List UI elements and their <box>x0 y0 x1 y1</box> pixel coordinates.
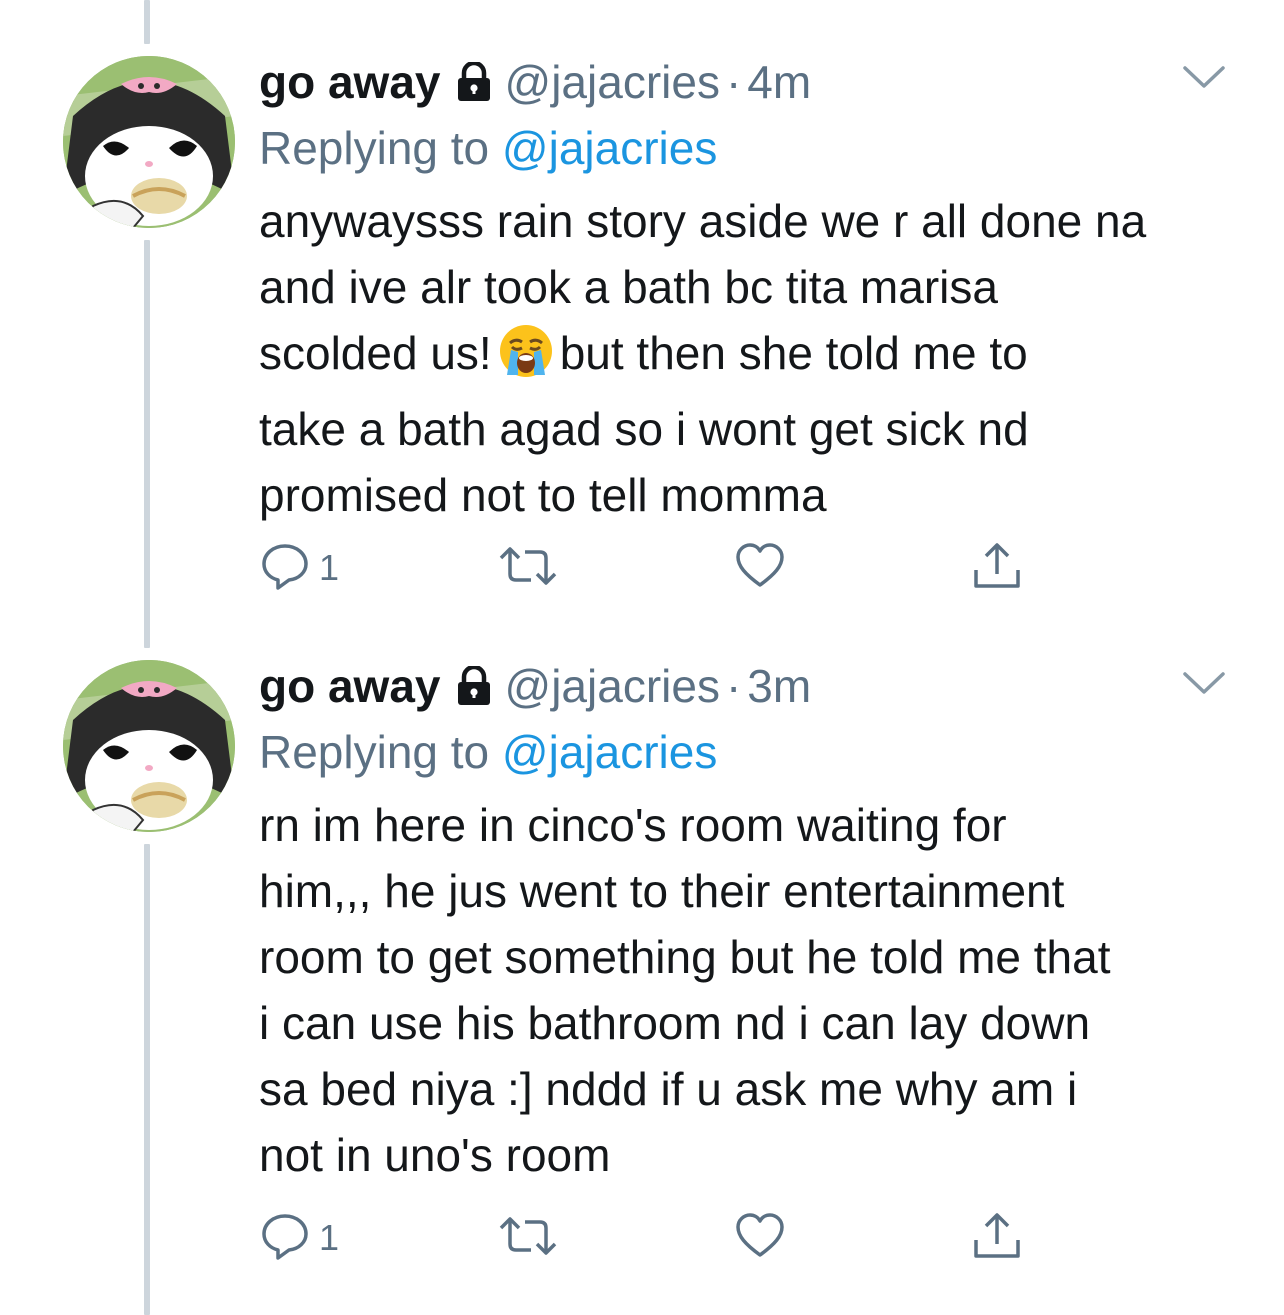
tweet-text-line: rn im here in cinco's room waiting for <box>259 799 1007 851</box>
tweet-text-line: anywaysss rain story aside we r all done… <box>259 195 1147 247</box>
loudly-crying-face-emoji <box>498 323 554 396</box>
tweet-text-line: him,,, he jus went to their entertainmen… <box>259 865 1065 917</box>
share-icon <box>971 1210 1023 1267</box>
avatar-kuromi-image <box>63 660 235 832</box>
display-name[interactable]: go away <box>259 56 441 108</box>
reply-icon <box>259 540 311 597</box>
tweet-header: go away @jajacries · 4m <box>259 54 1239 110</box>
reply-button[interactable]: 1 <box>259 538 339 598</box>
replying-to-mention[interactable]: @jajacries <box>502 726 717 778</box>
reply-count: 1 <box>319 1217 340 1258</box>
thread-line-top <box>144 0 150 44</box>
handle[interactable]: @jajacries <box>505 56 720 108</box>
replying-to-label: Replying to <box>259 122 490 174</box>
tweet-text-line: take a bath agad so i wont get sick nd <box>259 403 1029 455</box>
display-name[interactable]: go away <box>259 660 441 712</box>
share-button[interactable] <box>971 1208 1023 1268</box>
avatar[interactable] <box>63 56 235 228</box>
replying-to: Replying to @jajacries <box>259 724 1239 780</box>
lock-icon <box>455 662 493 718</box>
avatar-kuromi-image <box>63 56 235 228</box>
lock-icon <box>455 58 493 114</box>
tweet-header: go away @jajacries · 3m <box>259 658 1239 714</box>
reply-count: 1 <box>319 547 340 588</box>
like-button[interactable] <box>735 1208 785 1268</box>
chevron-down-icon[interactable] <box>1182 64 1226 95</box>
tweet-actions: 1 <box>259 1208 1059 1268</box>
tweet-text: rn im here in cinco's room waiting for h… <box>259 792 1239 1188</box>
retweet-icon <box>497 1214 559 1263</box>
handle[interactable]: @jajacries <box>505 660 720 712</box>
timestamp[interactable]: 4m <box>747 56 811 108</box>
tweet-text: anywaysss rain story aside we r all done… <box>259 188 1239 528</box>
tweet-text-segment: scolded us! <box>259 327 492 379</box>
separator: · <box>725 56 742 108</box>
tweet-text-line: scolded us! but then she told me to <box>259 320 1239 396</box>
tweet-text-line: promised not to tell momma <box>259 469 827 521</box>
thread-line-middle <box>144 240 150 648</box>
retweet-button[interactable] <box>497 1208 559 1268</box>
replying-to-mention[interactable]: @jajacries <box>502 122 717 174</box>
thread-line-bottom <box>144 844 150 1315</box>
replying-to-label: Replying to <box>259 726 490 778</box>
tweet-text-line: i can use his bathroom nd i can lay down <box>259 997 1091 1049</box>
chevron-down-icon[interactable] <box>1182 670 1226 701</box>
tweet-text-line: not in uno's room <box>259 1129 611 1181</box>
separator: · <box>725 660 742 712</box>
share-icon <box>971 540 1023 597</box>
tweet-text-segment: but then she told me to <box>559 327 1028 379</box>
replying-to: Replying to @jajacries <box>259 120 1239 176</box>
reply-button[interactable]: 1 <box>259 1208 339 1268</box>
reply-icon <box>259 1210 311 1267</box>
tweet-actions: 1 <box>259 538 1059 598</box>
tweet-text-line: room to get something but he told me tha… <box>259 931 1111 983</box>
avatar[interactable] <box>63 660 235 832</box>
retweet-icon <box>497 544 559 593</box>
heart-icon <box>735 542 785 594</box>
heart-icon <box>735 1212 785 1264</box>
tweet-text-line: sa bed niya :] nddd if u ask me why am i <box>259 1063 1078 1115</box>
tweet-text-line: and ive alr took a bath bc tita marisa <box>259 261 998 313</box>
retweet-button[interactable] <box>497 538 559 598</box>
share-button[interactable] <box>971 538 1023 598</box>
like-button[interactable] <box>735 538 785 598</box>
timestamp[interactable]: 3m <box>747 660 811 712</box>
